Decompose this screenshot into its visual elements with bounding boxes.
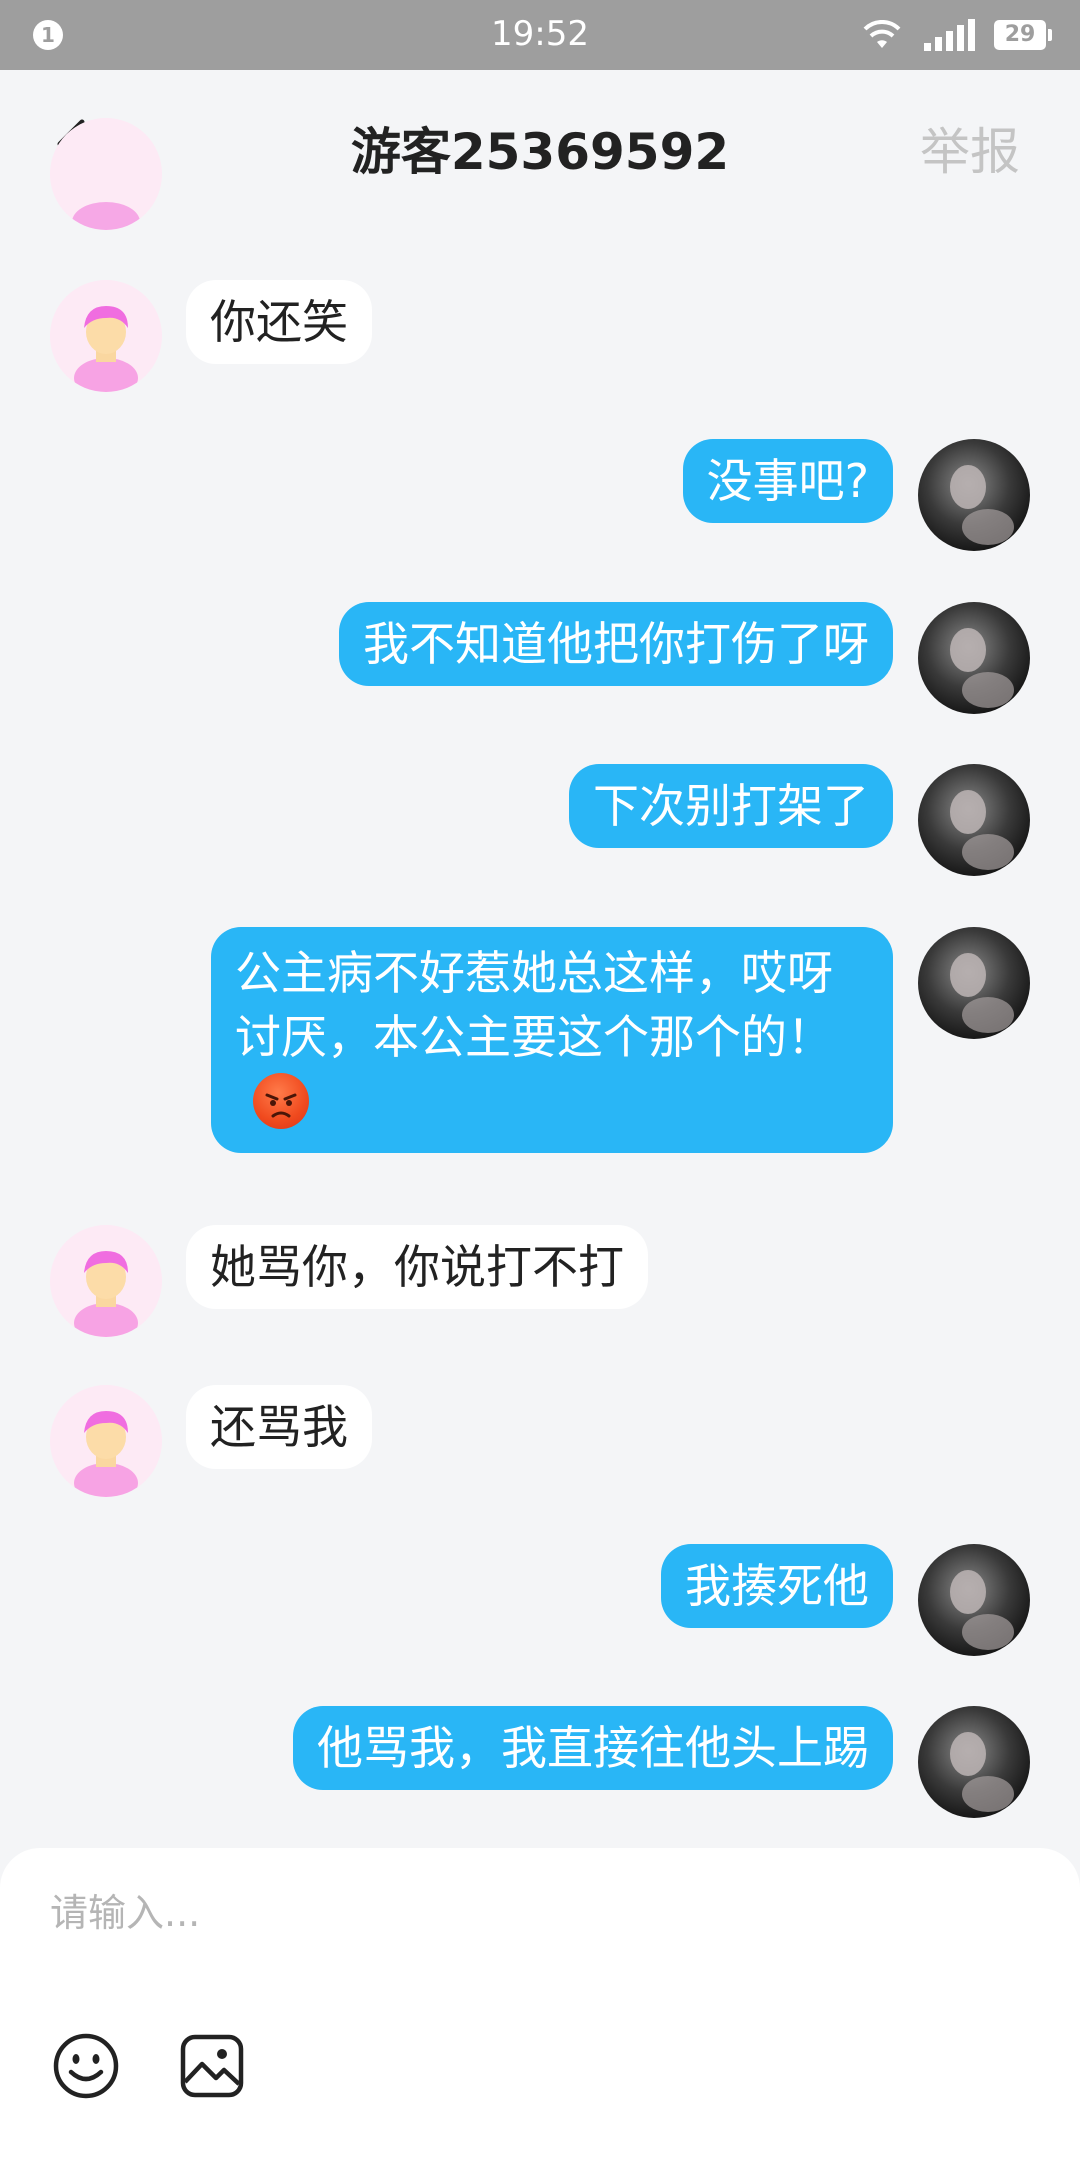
- user-placeholder-icon: [50, 1225, 162, 1337]
- user-placeholder-icon: [50, 1385, 162, 1497]
- message-text: 公主病不好惹她总这样，哎呀讨厌，本公主要这个那个的！: [235, 946, 833, 1064]
- avatar[interactable]: [918, 764, 1030, 876]
- message-bubble[interactable]: 我揍死他: [661, 1544, 893, 1628]
- message-bubble[interactable]: 你还笑: [186, 280, 372, 364]
- image-icon[interactable]: [178, 2032, 246, 2100]
- input-panel: [0, 1848, 1080, 2160]
- message-bubble[interactable]: 我不知道他把你打伤了呀: [339, 602, 893, 686]
- avatar-image: [950, 953, 1014, 1033]
- message-bubble[interactable]: 他骂我，我直接往他头上踢: [293, 1706, 893, 1790]
- message-bubble[interactable]: 公主病不好惹她总这样，哎呀讨厌，本公主要这个那个的！: [211, 927, 893, 1153]
- message-input[interactable]: [50, 1868, 1030, 1958]
- avatar-image: [950, 465, 1014, 545]
- avatar[interactable]: [918, 1706, 1030, 1818]
- emoji-icon[interactable]: [52, 2032, 120, 2100]
- avatar[interactable]: [50, 280, 162, 392]
- avatar-image: [950, 790, 1014, 870]
- message-bubble[interactable]: 下次别打架了: [569, 764, 893, 848]
- chat-header: 游客25369592 举报: [0, 70, 1080, 215]
- avatar[interactable]: [918, 927, 1030, 1039]
- message-bubble[interactable]: 还骂我: [186, 1385, 372, 1469]
- user-placeholder-icon: [50, 118, 162, 230]
- report-button[interactable]: 举报: [920, 112, 1020, 184]
- status-time: 19:52: [491, 14, 589, 54]
- angry-face-emoji-icon: [253, 1072, 309, 1129]
- avatar[interactable]: [918, 602, 1030, 714]
- avatar-image: [950, 1732, 1014, 1812]
- avatar[interactable]: [918, 1544, 1030, 1656]
- message-bubble[interactable]: 没事吧?: [682, 439, 893, 523]
- message-bubble[interactable]: 她骂你，你说打不打: [186, 1225, 648, 1309]
- avatar[interactable]: [50, 118, 162, 230]
- avatar[interactable]: [50, 1385, 162, 1497]
- avatar-image: [950, 1570, 1014, 1650]
- avatar[interactable]: [50, 1225, 162, 1337]
- wifi-icon: [863, 20, 901, 48]
- status-bar: 1 19:52 29: [0, 0, 1080, 70]
- avatar-image: [950, 628, 1014, 708]
- chat-screen: 1 19:52 29 游客25369592 举报 你还笑 没事吧? 我不知道他把…: [0, 0, 1080, 2160]
- chat-title: 游客25369592: [350, 123, 730, 181]
- signal-icon: [924, 19, 975, 51]
- avatar[interactable]: [918, 439, 1030, 551]
- user-placeholder-icon: [50, 280, 162, 392]
- battery-icon: 29: [994, 20, 1052, 50]
